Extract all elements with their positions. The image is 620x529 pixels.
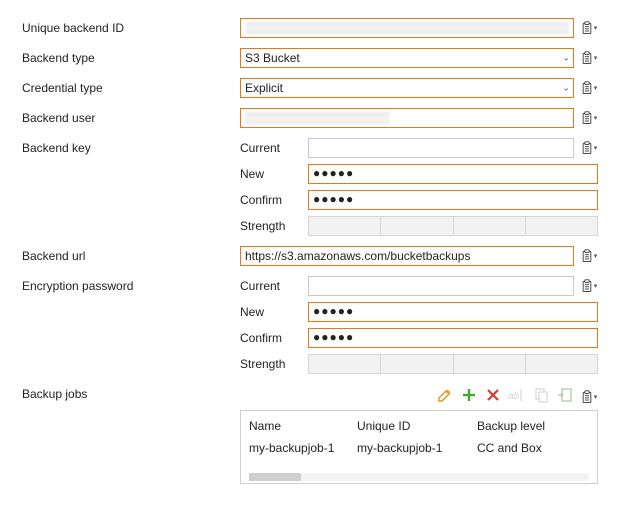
sublabel-strength: Strength [240, 219, 302, 233]
backend-key-new-input[interactable]: ●●●●● [308, 164, 598, 184]
strength-meter [308, 354, 598, 374]
edit-icon[interactable] [436, 386, 454, 404]
import-icon[interactable] [556, 386, 574, 404]
delete-icon[interactable] [484, 386, 502, 404]
cell-backup-level: CC and Box [477, 439, 589, 461]
encryption-new-input[interactable]: ●●●●● [308, 302, 598, 322]
sublabel-new: New [240, 167, 302, 181]
chevron-down-icon: ▾ [594, 144, 598, 152]
sublabel-confirm: Confirm [240, 193, 302, 207]
backend-key-current-input[interactable] [308, 138, 574, 158]
label-credential-type: Credential type [22, 78, 240, 95]
clipboard-icon[interactable]: ▾ [580, 388, 598, 406]
chevron-down-icon: ▾ [594, 252, 598, 260]
chevron-down-icon: ▾ [594, 84, 598, 92]
col-header-unique-id[interactable]: Unique ID [357, 417, 477, 439]
chevron-down-icon: ▾ [594, 24, 598, 32]
col-header-backup-level[interactable]: Backup level [477, 417, 589, 439]
table-row[interactable]: my-backupjob-1 my-backupjob-1 CC and Box [249, 439, 589, 461]
jobs-table[interactable]: Name Unique ID Backup level my-backupjob… [240, 410, 598, 484]
credential-type-select[interactable] [240, 78, 574, 98]
chevron-down-icon: ▾ [594, 282, 598, 290]
sublabel-current: Current [240, 141, 302, 155]
sublabel-current: Current [240, 279, 302, 293]
clipboard-icon[interactable]: ▾ [580, 19, 598, 37]
sublabel-new: New [240, 305, 302, 319]
strength-meter [308, 216, 598, 236]
col-header-name[interactable]: Name [249, 417, 357, 439]
label-backend-url: Backend url [22, 246, 240, 263]
encryption-confirm-input[interactable]: ●●●●● [308, 328, 598, 348]
horizontal-scrollbar[interactable] [249, 471, 589, 481]
add-icon[interactable] [460, 386, 478, 404]
clipboard-icon[interactable]: ▾ [580, 277, 598, 295]
label-unique-backend-id: Unique backend ID [22, 18, 240, 35]
label-backup-jobs: Backup jobs [22, 384, 240, 401]
encryption-current-input[interactable] [308, 276, 574, 296]
clipboard-icon[interactable]: ▾ [580, 247, 598, 265]
chevron-down-icon: ▾ [594, 393, 598, 401]
backend-type-select[interactable] [240, 48, 574, 68]
chevron-down-icon: ▾ [594, 54, 598, 62]
unique-backend-id-input[interactable] [240, 18, 574, 38]
backend-key-confirm-input[interactable]: ●●●●● [308, 190, 598, 210]
cell-unique-id: my-backupjob-1 [357, 439, 477, 461]
cell-name: my-backupjob-1 [249, 439, 357, 461]
clipboard-icon[interactable]: ▾ [580, 139, 598, 157]
sublabel-confirm: Confirm [240, 331, 302, 345]
backend-user-input[interactable] [240, 108, 574, 128]
svg-text:ab: ab [508, 391, 520, 402]
label-backend-user: Backend user [22, 108, 240, 125]
label-encryption-password: Encryption password [22, 276, 240, 293]
sublabel-strength: Strength [240, 357, 302, 371]
label-backend-type: Backend type [22, 48, 240, 65]
label-backend-key: Backend key [22, 138, 240, 155]
rename-icon[interactable]: ab [508, 386, 526, 404]
clipboard-icon[interactable]: ▾ [580, 79, 598, 97]
clipboard-icon[interactable]: ▾ [580, 109, 598, 127]
backend-url-input[interactable] [240, 246, 574, 266]
jobs-toolbar: ab [436, 384, 574, 406]
clipboard-icon[interactable]: ▾ [580, 49, 598, 67]
copy-icon[interactable] [532, 386, 550, 404]
chevron-down-icon: ▾ [594, 114, 598, 122]
